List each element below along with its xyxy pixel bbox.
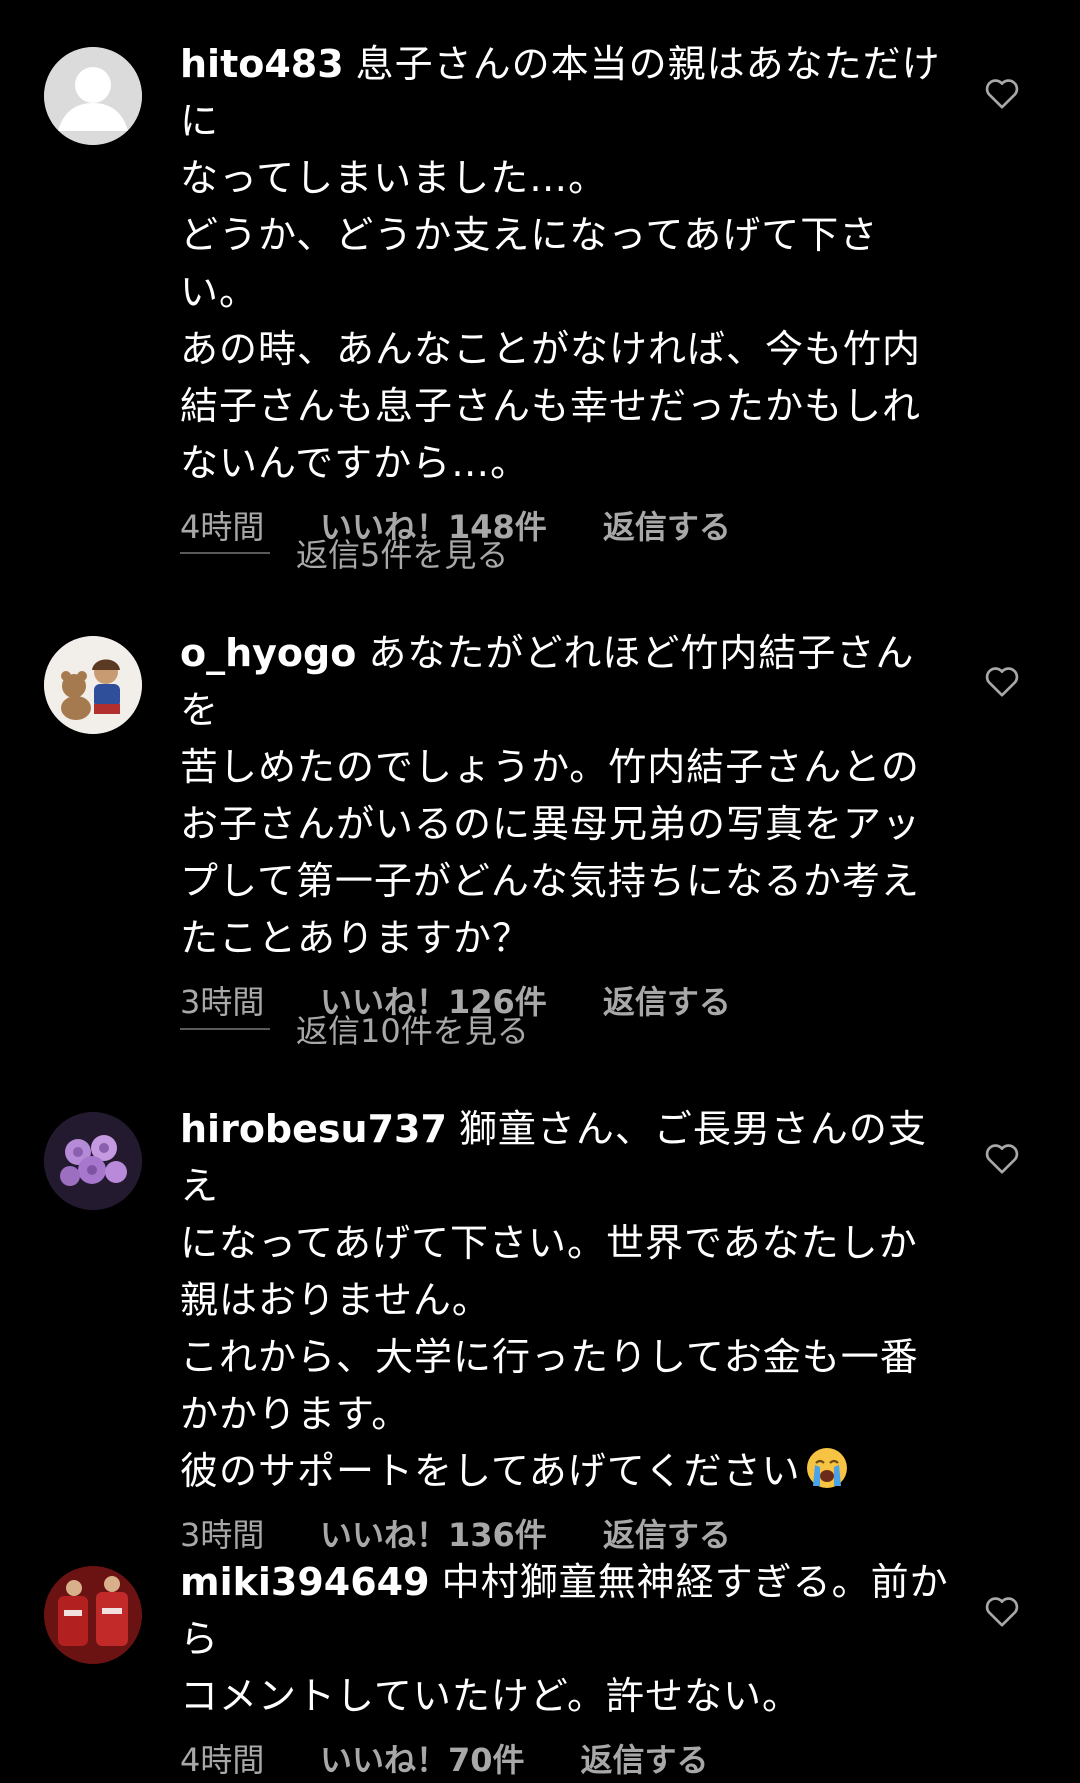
loudly-crying-face-emoji [806,1448,847,1488]
comment-body: あなたがどれほど竹内結子さんを 苦しめたのでしょうか。竹内結子さんとの お子さん… [180,631,922,960]
comment-likes[interactable]: いいね！70件 [320,1735,525,1781]
comment-username[interactable]: o_hyogo [180,631,356,675]
comment-likes[interactable]: いいね！136件 [320,1510,547,1556]
comment-username[interactable]: hirobesu737 [180,1107,447,1151]
view-replies-label: 返信5件を見る [296,536,509,574]
red-photo-avatar-icon [44,1566,142,1664]
comment-time: 3時間 [180,1516,265,1554]
divider-line [180,552,270,554]
reply-button[interactable]: 返信する [581,1735,709,1781]
comment-username[interactable]: hito483 [180,42,344,86]
comment-body: 獅童さん、ご長男さんの支え になってあげて下さい。世界であなたしか 親はおりませ… [180,1107,927,1493]
reply-button[interactable]: 返信する [603,502,731,548]
reply-button[interactable]: 返信する [603,1510,731,1556]
comment-text: o_hyogo あなたがどれほど竹内結子さんを 苦しめたのでしょうか。竹内結子さん… [180,625,950,967]
avatar[interactable] [44,1112,142,1210]
roses-avatar-icon [44,1112,142,1210]
heart-icon[interactable] [982,1591,1022,1631]
default-user-icon [44,47,142,145]
comment-body: 息子さんの本当の親はあなただけに なってしまいました…。 どうか、どうか支えにな… [180,42,941,485]
comment-time: 4時間 [180,1741,265,1779]
heart-icon[interactable] [982,661,1022,701]
avatar-default[interactable] [44,47,142,145]
heart-icon[interactable] [982,73,1022,113]
comment-text: miki394649 中村獅童無神経すぎる。前から コメントしていたけど。許せない… [180,1554,950,1725]
view-replies-label: 返信10件を見る [296,1012,529,1050]
comment-text: hito483 息子さんの本当の親はあなただけに なってしまいました…。 どうか、… [180,36,950,492]
view-replies-button[interactable]: 返信10件を見る [180,1006,529,1052]
heart-icon[interactable] [982,1138,1022,1178]
comment-meta: 4時間 いいね！70件 返信する [180,1733,950,1783]
reply-button[interactable]: 返信する [603,977,731,1023]
comment-text: hirobesu737 獅童さん、ご長男さんの支え になってあげて下さい。世界であ… [180,1101,950,1500]
view-replies-button[interactable]: 返信5件を見る [180,530,508,576]
comment-username[interactable]: miki394649 [180,1560,430,1604]
avatar[interactable] [44,1566,142,1664]
teddy-bears-avatar-icon [44,636,142,734]
avatar[interactable] [44,636,142,734]
divider-line [180,1028,270,1030]
comment-meta: 3時間 いいね！136件 返信する [180,1508,950,1558]
